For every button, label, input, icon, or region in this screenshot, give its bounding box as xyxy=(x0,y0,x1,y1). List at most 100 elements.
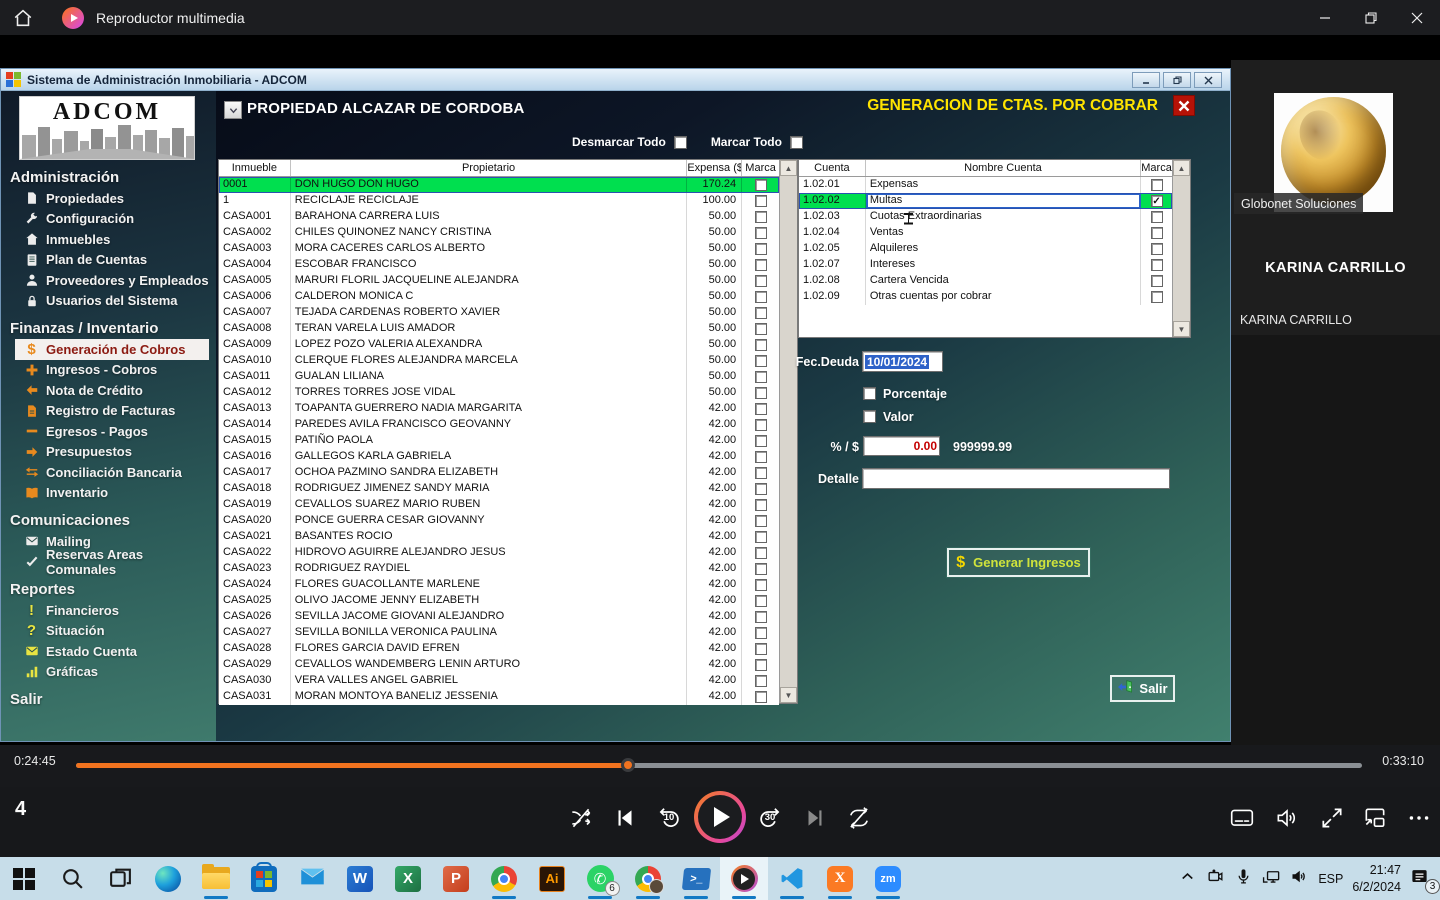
table-row[interactable]: 1.02.03 Cuotas Extraordinarias xyxy=(799,209,1172,225)
table-row[interactable]: CASA003 MORA CACERES CARLOS ALBERTO 50.0… xyxy=(219,241,779,257)
row-checkbox[interactable] xyxy=(755,259,767,271)
row-checkbox[interactable] xyxy=(755,387,767,399)
table-row[interactable]: CASA029 CEVALLOS WANDEMBERG LENIN ARTURO… xyxy=(219,657,779,673)
table-row[interactable]: CASA013 TOAPANTA GUERRERO NADIA MARGARIT… xyxy=(219,401,779,417)
row-checkbox[interactable] xyxy=(755,195,767,207)
sidebar-item-plan-de-cuentas[interactable]: Plan de Cuentas xyxy=(15,250,209,271)
table-row[interactable]: CASA011 GUALAN LILIANA 50.00 xyxy=(219,369,779,385)
vscode-icon[interactable] xyxy=(768,857,816,900)
seek-thumb[interactable] xyxy=(621,758,635,772)
row-checkbox[interactable] xyxy=(1151,259,1163,271)
repeat-off-icon[interactable] xyxy=(843,802,875,834)
table-row[interactable]: CASA006 CALDERON MONICA C 50.00 xyxy=(219,289,779,305)
row-checkbox[interactable] xyxy=(755,627,767,639)
table-row[interactable]: CASA002 CHILES QUINONEZ NANCY CRISTINA 5… xyxy=(219,225,779,241)
row-checkbox[interactable] xyxy=(1151,179,1163,191)
table-row[interactable]: CASA028 FLORES GARCIA DAVID EFREN 42.00 xyxy=(219,641,779,657)
table-row[interactable]: CASA010 CLERQUE FLORES ALEJANDRA MARCELA… xyxy=(219,353,779,369)
fullscreen-icon[interactable] xyxy=(1316,802,1348,834)
table-row[interactable]: CASA025 OLIVO JACOME JENNY ELIZABETH 42.… xyxy=(219,593,779,609)
table-row[interactable]: 1 RECICLAJE RECICLAJE 100.00 xyxy=(219,193,779,209)
sidebar-item-propiedades[interactable]: Propiedades xyxy=(15,188,209,209)
sidebar-item-conciliaci-n-bancaria[interactable]: Conciliación Bancaria xyxy=(15,462,209,483)
minimize-icon[interactable] xyxy=(1132,72,1160,88)
table-row[interactable]: 1.02.08 Cartera Vencida xyxy=(799,273,1172,289)
camera-icon[interactable] xyxy=(1206,867,1225,891)
more-options-icon[interactable] xyxy=(1403,802,1435,834)
sidebar-item-gr-ficas[interactable]: Gráficas xyxy=(15,662,209,683)
table-row[interactable]: 1.02.07 Intereses xyxy=(799,257,1172,273)
table-row[interactable]: 1.02.01 Expensas xyxy=(799,177,1172,193)
table-row[interactable]: CASA017 OCHOA PAZMINO SANDRA ELIZABETH 4… xyxy=(219,465,779,481)
sidebar-item-usuarios-del-sistema[interactable]: Usuarios del Sistema xyxy=(15,291,209,312)
table-row[interactable]: 1.02.09 Otras cuentas por cobrar xyxy=(799,289,1172,305)
table-row[interactable]: 1.02.04 Ventas xyxy=(799,225,1172,241)
desmarcar-todo-checkbox[interactable] xyxy=(674,136,687,149)
notification-center-icon[interactable]: 3 xyxy=(1410,867,1434,891)
row-checkbox[interactable] xyxy=(755,371,767,383)
row-checkbox[interactable] xyxy=(755,419,767,431)
skip-forward-30-icon[interactable]: 30 xyxy=(754,802,786,834)
word-icon[interactable]: W xyxy=(336,857,384,900)
chrome-profile-icon[interactable] xyxy=(624,857,672,900)
edge-icon[interactable] xyxy=(144,857,192,900)
sidebar-item-generaci-n-de-cobros[interactable]: $Generación de Cobros xyxy=(15,339,209,360)
play-icon[interactable] xyxy=(694,791,746,843)
clock[interactable]: 21:47 6/2/2024 xyxy=(1352,862,1401,895)
row-checkbox[interactable] xyxy=(755,243,767,255)
porcentaje-checkbox[interactable] xyxy=(863,387,876,400)
row-checkbox[interactable] xyxy=(1151,227,1163,239)
close-icon[interactable] xyxy=(1194,72,1222,88)
table-row[interactable]: 1.02.02 Multas xyxy=(799,193,1172,209)
row-checkbox[interactable] xyxy=(1151,291,1163,303)
sidebar-item-ingresos-cobros[interactable]: Ingresos - Cobros xyxy=(15,360,209,381)
row-checkbox[interactable] xyxy=(755,323,767,335)
scroll-up-icon[interactable]: ▲ xyxy=(780,160,797,176)
tray-volume-icon[interactable] xyxy=(1290,867,1309,891)
table-row[interactable]: CASA009 LOPEZ POZO VALERIA ALEXANDRA 50.… xyxy=(219,337,779,353)
illustrator-icon[interactable]: Ai xyxy=(528,857,576,900)
home-icon[interactable] xyxy=(12,7,34,29)
zoom-icon[interactable]: zm xyxy=(864,857,912,900)
close-icon[interactable] xyxy=(1394,0,1440,35)
fec-deuda-input[interactable]: 10/01/2024 xyxy=(862,351,943,372)
table-row[interactable]: CASA005 MARURI FLORIL JACQUELINE ALEJAND… xyxy=(219,273,779,289)
row-checkbox[interactable] xyxy=(755,355,767,367)
row-checkbox[interactable] xyxy=(755,659,767,671)
salir-button[interactable]: Salir xyxy=(1110,675,1175,702)
scrollbar[interactable]: ▲ ▼ xyxy=(1172,160,1190,337)
row-checkbox[interactable] xyxy=(755,483,767,495)
minimize-icon[interactable] xyxy=(1302,0,1348,35)
row-checkbox[interactable] xyxy=(755,579,767,591)
powerpoint-icon[interactable]: P xyxy=(432,857,480,900)
row-checkbox[interactable] xyxy=(755,691,767,703)
network-display-icon[interactable] xyxy=(1262,867,1281,891)
row-checkbox[interactable] xyxy=(755,435,767,447)
table-row[interactable]: CASA016 GALLEGOS KARLA GABRIELA 42.00 xyxy=(219,449,779,465)
mail-icon[interactable] xyxy=(288,857,336,900)
language-indicator[interactable]: ESP xyxy=(1318,872,1343,886)
table-row[interactable]: CASA001 BARAHONA CARRERA LUIS 50.00 xyxy=(219,209,779,225)
row-checkbox[interactable] xyxy=(1151,211,1163,223)
sidebar-item-estado-cuenta[interactable]: Estado Cuenta xyxy=(15,641,209,662)
task-view-icon[interactable] xyxy=(96,857,144,900)
row-checkbox[interactable] xyxy=(755,595,767,607)
table-row[interactable]: CASA026 SEVILLA JACOME GIOVANI ALEJANDRO… xyxy=(219,609,779,625)
row-checkbox[interactable] xyxy=(755,275,767,287)
row-checkbox[interactable] xyxy=(755,211,767,223)
scroll-up-icon[interactable]: ▲ xyxy=(1173,160,1190,176)
store-icon[interactable] xyxy=(240,857,288,900)
skip-back-10-icon[interactable]: 10 xyxy=(653,802,685,834)
close-screen-button[interactable] xyxy=(1173,95,1195,116)
scroll-down-icon[interactable]: ▼ xyxy=(1173,321,1190,337)
sidebar-item-financieros[interactable]: !Financieros xyxy=(15,600,209,621)
sidebar-item-nota-de-cr-dito[interactable]: Nota de Crédito xyxy=(15,380,209,401)
table-row[interactable]: CASA022 HIDROVO AGUIRRE ALEJANDRO JESUS … xyxy=(219,545,779,561)
table-row[interactable]: CASA019 CEVALLOS SUAREZ MARIO RUBEN 42.0… xyxy=(219,497,779,513)
sidebar-item-presupuestos[interactable]: Presupuestos xyxy=(15,442,209,463)
sidebar-item-proveedores-y-empleados[interactable]: Proveedores y Empleados xyxy=(15,270,209,291)
table-row[interactable]: CASA030 VERA VALLES ANGEL GABRIEL 42.00 xyxy=(219,673,779,689)
table-row[interactable]: CASA008 TERAN VARELA LUIS AMADOR 50.00 xyxy=(219,321,779,337)
row-checkbox[interactable] xyxy=(755,451,767,463)
volume-icon[interactable] xyxy=(1271,802,1303,834)
